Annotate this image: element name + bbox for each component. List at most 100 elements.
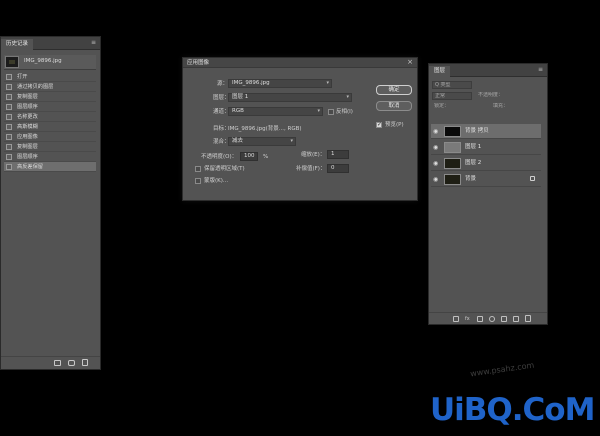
eye-visibility-icon[interactable]: ◉ xyxy=(433,128,438,135)
new-layer-icon[interactable] xyxy=(513,316,519,322)
history-item[interactable]: 通过拷贝的图层 xyxy=(4,82,96,92)
layer-row[interactable]: ◉ 背景 拷贝 xyxy=(431,124,541,139)
lock-icon xyxy=(530,176,535,181)
history-state-icon xyxy=(6,154,12,160)
layer-name: 图层 2 xyxy=(465,160,482,166)
history-state-icon xyxy=(6,164,12,170)
layer-thumbnail xyxy=(444,174,461,185)
eye-visibility-icon[interactable]: ◉ xyxy=(433,144,438,151)
kind-filter-select[interactable]: Q 类型 xyxy=(432,81,472,89)
history-item[interactable]: 复制图层 xyxy=(4,142,96,152)
history-item[interactable]: 打开 xyxy=(4,72,96,82)
cancel-button[interactable]: 取消 xyxy=(376,101,412,111)
history-item-label: 图层顺序 xyxy=(17,154,38,160)
history-item[interactable]: 应用图像 xyxy=(4,132,96,142)
layers-tab[interactable]: 图层 xyxy=(429,66,451,77)
opacity-label: 不透明度(O)： xyxy=(201,154,238,160)
channel-value: RGB xyxy=(232,108,244,114)
mask-checkbox[interactable] xyxy=(195,178,201,184)
layer-thumbnail xyxy=(444,126,461,137)
history-item-label: 名称更改 xyxy=(17,114,38,120)
chevron-down-icon: ▾ xyxy=(290,138,293,144)
layer-row[interactable]: ◉ 背景 xyxy=(431,172,541,187)
history-state-icon xyxy=(6,104,12,110)
apply-image-dialog: 应用图像 × 源： IMG_9896.jpg ▾ 图层： 图层 1 ▾ 通道： … xyxy=(182,57,418,201)
layer-name: 背景 拷贝 xyxy=(465,128,489,134)
layer-name: 图层 1 xyxy=(465,144,482,150)
target-value: IMG_9896.jpg(背景..., RGB) xyxy=(228,126,302,132)
history-item[interactable]: 图层顺序 xyxy=(4,102,96,112)
history-item-label: 应用图像 xyxy=(17,134,38,140)
layer-row[interactable]: ◉ 图层 1 xyxy=(431,140,541,155)
blending-value: 减去 xyxy=(232,138,244,144)
history-item-label: 打开 xyxy=(17,74,28,80)
invert-checkbox[interactable] xyxy=(328,109,334,115)
hamburger-menu-icon[interactable]: ≡ xyxy=(91,39,96,47)
preview-checkbox[interactable] xyxy=(376,121,382,128)
dialog-title: 应用图像 xyxy=(187,60,210,66)
history-panel: 历史记录 ≡ IMG_9896.jpg 打开 通过拷贝的图层 复制图层 图层顺序 名称更… xyxy=(0,36,101,370)
layers-footer: fx xyxy=(429,312,547,324)
mask-icon[interactable] xyxy=(477,316,483,322)
chevron-down-icon: ▾ xyxy=(326,80,329,86)
history-item-label: 高斯模糊 xyxy=(17,124,38,130)
history-state-icon xyxy=(6,94,12,100)
source-select[interactable]: IMG_9896.jpg ▾ xyxy=(228,79,332,88)
layer-value: 图层 1 xyxy=(232,94,249,100)
ok-button[interactable]: 确定 xyxy=(376,85,412,95)
dialog-titlebar[interactable]: 应用图像 × xyxy=(183,58,417,68)
history-state-icon xyxy=(6,144,12,150)
preserve-transparency-checkbox[interactable] xyxy=(195,166,201,172)
layer-row[interactable]: ◉ 图层 2 xyxy=(431,156,541,171)
history-state-icon xyxy=(6,84,12,90)
blend-mode-select[interactable]: 正常 xyxy=(432,92,472,100)
lock-label: 锁定： xyxy=(434,103,450,109)
fx-icon[interactable]: fx xyxy=(465,316,471,322)
source-value: IMG_9896.jpg xyxy=(232,80,270,86)
close-icon[interactable]: × xyxy=(407,58,413,67)
snapshot-label: IMG_9896.jpg xyxy=(24,58,62,64)
opacity-unit: % xyxy=(263,154,269,160)
trash-icon[interactable] xyxy=(525,315,531,322)
history-item[interactable]: 高斯模糊 xyxy=(4,122,96,132)
preserve-transparency-label: 保留透明区域(T) xyxy=(204,166,245,172)
history-tab[interactable]: 历史记录 xyxy=(1,39,34,50)
history-item-label: 复制图层 xyxy=(17,144,38,150)
history-state-icon xyxy=(6,114,12,120)
camera-snapshot-icon[interactable] xyxy=(68,360,75,366)
trash-icon[interactable] xyxy=(82,359,88,366)
history-item[interactable]: 高反差保留 xyxy=(4,162,96,172)
history-state-icon xyxy=(6,134,12,140)
invert-label: 反相(I) xyxy=(336,109,353,115)
layer-thumbnail xyxy=(444,158,461,169)
history-item-label: 图层顺序 xyxy=(17,104,38,110)
layers-tabbar: 图层 ≡ xyxy=(429,64,547,77)
eye-visibility-icon[interactable]: ◉ xyxy=(433,160,438,167)
new-document-from-state-icon[interactable] xyxy=(54,360,61,366)
history-item[interactable]: 复制图层 xyxy=(4,92,96,102)
history-item[interactable]: 名称更改 xyxy=(4,112,96,122)
adjustment-icon[interactable] xyxy=(489,316,495,322)
link-icon[interactable] xyxy=(453,316,459,322)
hamburger-menu-icon[interactable]: ≡ xyxy=(538,66,543,74)
watermark-logo: UiBQ.CoM xyxy=(430,392,595,428)
history-state-icon xyxy=(6,124,12,130)
group-folder-icon[interactable] xyxy=(501,316,507,322)
scale-input[interactable]: 1 xyxy=(327,150,349,159)
history-item-label: 高反差保留 xyxy=(17,164,43,170)
history-tabbar: 历史记录 ≡ xyxy=(1,37,100,50)
layer-select[interactable]: 图层 1 ▾ xyxy=(228,93,352,102)
history-item[interactable]: 图层顺序 xyxy=(4,152,96,162)
chevron-down-icon: ▾ xyxy=(346,94,349,100)
history-list: 打开 通过拷贝的图层 复制图层 图层顺序 名称更改 高斯模糊 应用图像 复制图层 图层顺序 高反差… xyxy=(4,72,96,172)
watermark-small: www.psahz.com xyxy=(469,360,535,379)
history-item-label: 通过拷贝的图层 xyxy=(17,84,54,90)
channel-select[interactable]: RGB ▾ xyxy=(228,107,323,116)
offset-input[interactable]: 0 xyxy=(327,164,349,173)
opacity-input[interactable]: 100 xyxy=(240,152,258,161)
blending-select[interactable]: 减去 ▾ xyxy=(228,137,296,146)
eye-visibility-icon[interactable]: ◉ xyxy=(433,176,438,183)
scale-label: 缩放(E)： xyxy=(301,152,326,158)
history-snapshot[interactable]: IMG_9896.jpg xyxy=(4,55,96,70)
source-label: 源： xyxy=(217,81,229,87)
